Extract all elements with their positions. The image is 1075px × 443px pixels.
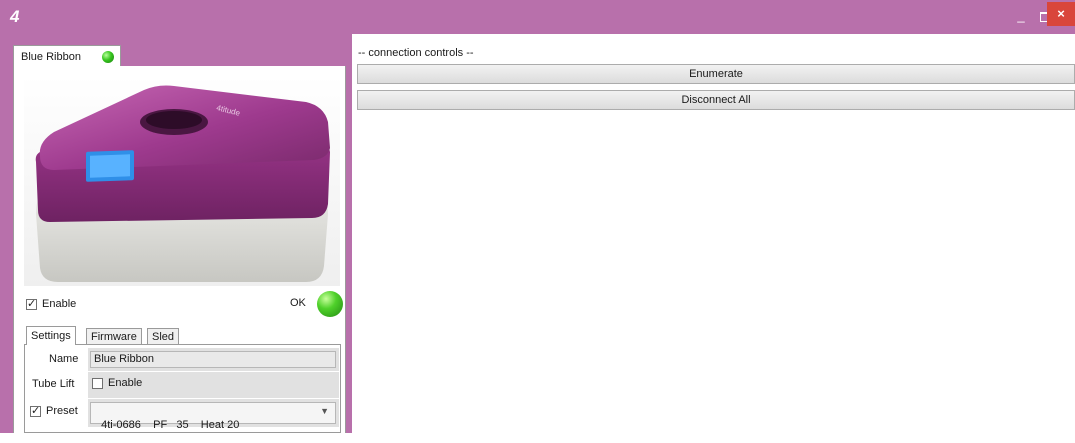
app-icon: 4	[10, 7, 20, 26]
title-bar	[0, 0, 1075, 34]
preset-select[interactable]: 4ti-0686 PF 35 Heat 20 ▼	[90, 402, 336, 431]
ok-status-led-icon	[317, 291, 343, 317]
tube-lift-checkbox[interactable]	[92, 377, 103, 389]
status-led-icon	[102, 51, 114, 63]
close-button[interactable]: ×	[1047, 2, 1075, 26]
enable-label: Enable	[42, 298, 77, 310]
chevron-down-icon: ▼	[320, 406, 329, 416]
ok-label: OK	[290, 297, 306, 309]
preset-value: 4ti-0686 PF 35 Heat 20	[101, 419, 240, 431]
enumerate-button[interactable]: Enumerate	[357, 64, 1075, 84]
tube-lift-label: Tube Lift	[32, 378, 75, 390]
preset-toggle: ✓ Preset	[30, 405, 78, 417]
tube-lift-enable-label: Enable	[108, 377, 143, 389]
minimize-button[interactable]: _	[1010, 6, 1032, 26]
tab-sled[interactable]: Sled	[147, 328, 180, 345]
name-label: Name	[49, 353, 79, 365]
preset-label: Preset	[46, 405, 78, 417]
device-tab[interactable]: Blue Ribbon	[13, 45, 121, 67]
connection-controls-title: -- connection controls --	[358, 47, 474, 59]
tab-firmware[interactable]: Firmware	[86, 328, 142, 345]
tab-settings[interactable]: Settings	[26, 326, 76, 345]
name-field[interactable]: Blue Ribbon	[90, 351, 336, 368]
device-tab-label: Blue Ribbon	[21, 51, 81, 63]
tube-lift-enable: Enable	[92, 377, 142, 389]
disconnect-all-button[interactable]: Disconnect All	[357, 90, 1075, 110]
enable-row: ✓ Enable	[26, 296, 76, 312]
enable-checkbox[interactable]: ✓	[26, 298, 37, 310]
preset-checkbox[interactable]: ✓	[30, 405, 41, 417]
device-image: 4titude	[24, 76, 340, 286]
